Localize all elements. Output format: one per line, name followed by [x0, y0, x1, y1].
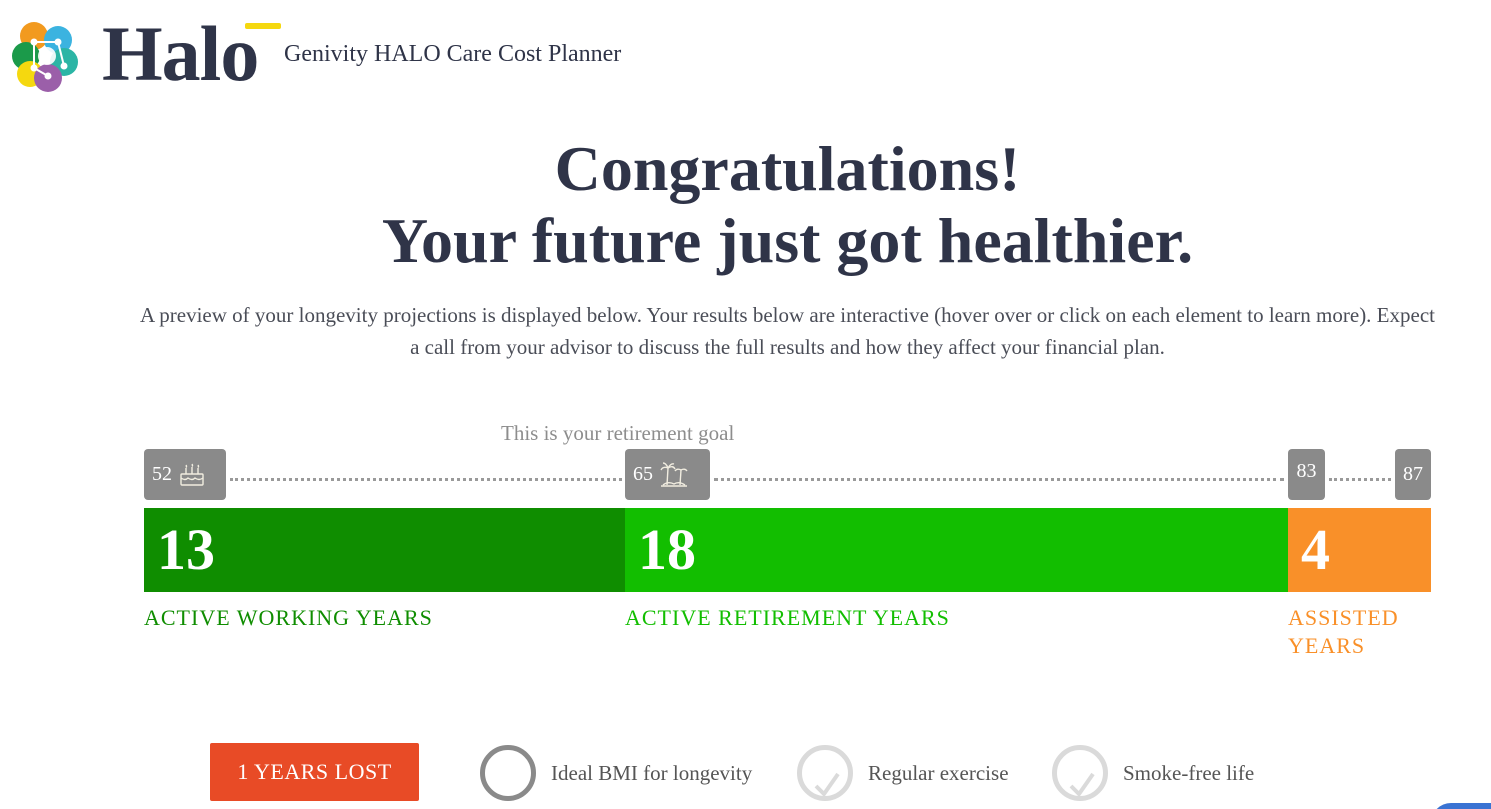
current-age-value: 52 [152, 463, 172, 485]
factor-bmi[interactable]: Ideal BMI for longevity [480, 744, 752, 802]
end-age-marker[interactable]: 87 [1395, 449, 1431, 500]
years-lost-badge[interactable]: 1 YEARS LOST [210, 743, 419, 801]
timeline-dots-assisted [1329, 478, 1391, 481]
app-title: Genivity HALO Care Cost Planner [284, 41, 622, 67]
factor-smoke-free-label: Smoke-free life [1123, 760, 1255, 785]
active-retirement-years-label: ACTIVE RETIREMENT YEARS [625, 605, 950, 630]
assisted-start-age-value: 83 [1296, 460, 1317, 482]
timeline-dots-working [230, 478, 622, 481]
factor-smoke-free[interactable]: Smoke-free life [1052, 744, 1254, 802]
hero-heading: Congratulations! Your future just got he… [0, 133, 1491, 277]
halo-logo-text: Halo [102, 10, 259, 97]
hero-heading-line1: Congratulations! [554, 133, 1021, 204]
bmi-status-ring-icon [480, 745, 536, 801]
assisted-start-age-marker[interactable]: 83 [1288, 449, 1325, 500]
cake-icon [180, 463, 204, 486]
factor-bmi-label: Ideal BMI for longevity [551, 760, 753, 785]
end-age-value: 87 [1403, 463, 1423, 485]
active-retirement-years-value: 18 [638, 517, 696, 582]
factor-exercise-label: Regular exercise [868, 760, 1009, 785]
halo-logo[interactable]: Halo [12, 10, 292, 97]
timeline-dots-retirement [714, 478, 1284, 481]
active-working-years-bar[interactable]: 13 [144, 508, 625, 592]
retirement-age-value: 65 [633, 463, 653, 485]
active-working-years-label: ACTIVE WORKING YEARS [144, 605, 433, 630]
retirement-goal-caption: This is your retirement goal [501, 421, 735, 445]
current-age-marker[interactable]: 52 [144, 449, 226, 500]
exercise-check-ring-icon [797, 745, 853, 801]
intro-paragraph: A preview of your longevity projections … [140, 303, 1435, 359]
factor-exercise[interactable]: Regular exercise [797, 744, 1009, 802]
hero-heading-line2: Your future just got healthier. [381, 205, 1194, 276]
beach-icon [660, 461, 688, 487]
halo-logo-mark-icon [12, 22, 78, 92]
active-working-years-value: 13 [157, 517, 215, 582]
smoke-free-check-ring-icon [1052, 745, 1108, 801]
retirement-age-marker[interactable]: 65 [625, 449, 710, 500]
logo-accent-bar [245, 23, 281, 29]
active-retirement-years-bar[interactable]: 18 [625, 508, 1288, 592]
assisted-years-label: ASSISTED YEARS [1288, 605, 1399, 658]
assisted-years-bar[interactable]: 4 [1288, 508, 1431, 592]
chat-widget-edge[interactable] [1431, 803, 1491, 809]
assisted-years-value: 4 [1301, 517, 1330, 582]
